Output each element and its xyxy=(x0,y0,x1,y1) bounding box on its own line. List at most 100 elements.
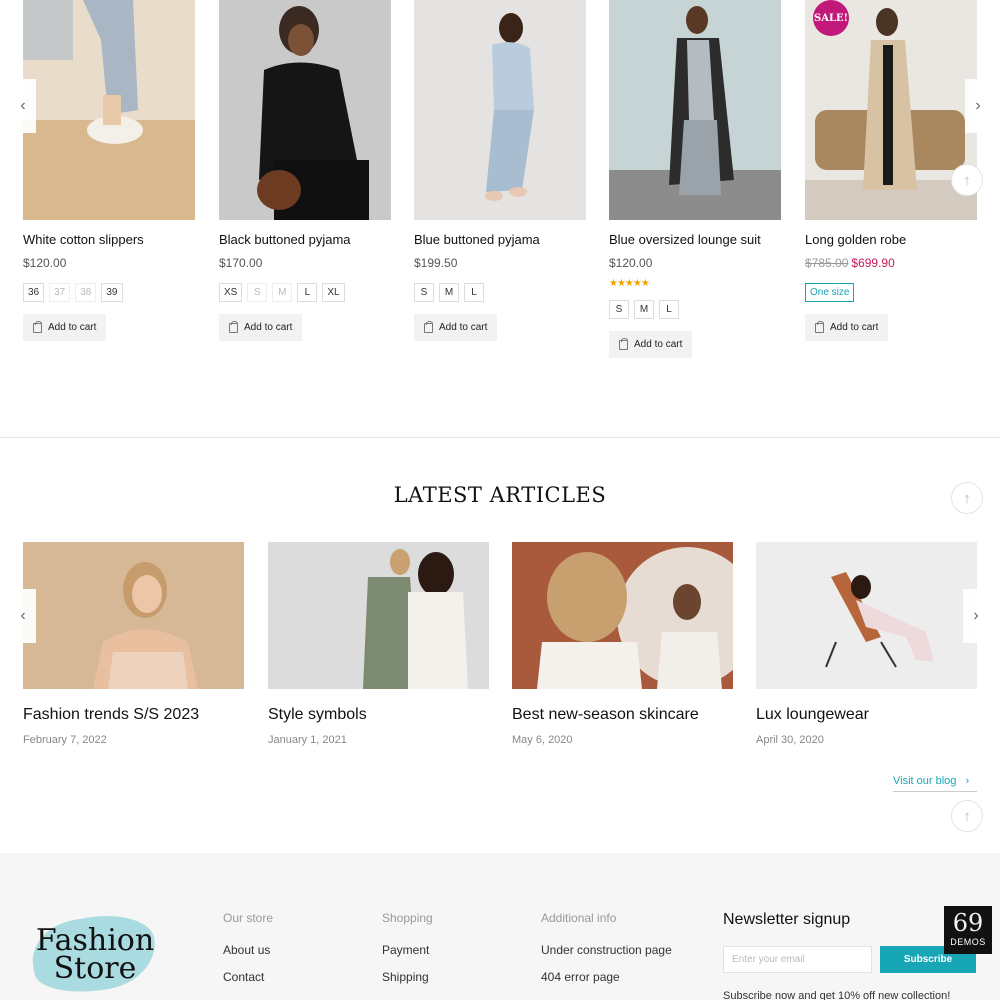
add-to-cart-button[interactable]: Add to cart xyxy=(414,314,498,341)
size-options: 36 37 38 39 xyxy=(23,283,123,302)
add-to-cart-button[interactable]: Add to cart xyxy=(609,331,693,358)
product-price: $199.50 xyxy=(414,256,458,270)
footer-link-contact[interactable]: Contact xyxy=(223,970,273,997)
footer-column-heading: Shopping xyxy=(382,911,433,925)
demos-badge[interactable]: 69 DEMOS xyxy=(944,906,992,954)
articles-prev-button[interactable]: ‹ xyxy=(10,589,36,643)
footer-column-shopping: Shopping Payment Shipping xyxy=(382,911,433,997)
add-to-cart-label: Add to cart xyxy=(439,322,488,333)
logo-text-line2: Store xyxy=(53,951,137,986)
scroll-to-top-button[interactable]: ↑ xyxy=(951,800,983,832)
add-to-cart-button[interactable]: Add to cart xyxy=(219,314,303,341)
footer-link-payment[interactable]: Payment xyxy=(382,943,433,970)
product-title[interactable]: Black buttoned pyjama xyxy=(219,232,351,247)
article-date: May 6, 2020 xyxy=(512,734,573,746)
footer-column-heading: Additional info xyxy=(541,911,617,925)
bag-icon xyxy=(33,320,42,333)
sale-badge: SALE! xyxy=(813,0,849,36)
article-date: January 1, 2021 xyxy=(268,734,347,746)
article-card[interactable]: Fashion trends S/S 2023 February 7, 2022 xyxy=(23,542,244,746)
article-title[interactable]: Best new-season skincare xyxy=(512,706,699,724)
scroll-to-top-button[interactable]: ↑ xyxy=(951,482,983,514)
product-title[interactable]: Blue buttoned pyjama xyxy=(414,232,540,247)
carousel-next-button[interactable]: › xyxy=(965,79,991,133)
add-to-cart-label: Add to cart xyxy=(244,322,293,333)
visit-blog-link[interactable]: Visit our blog › xyxy=(893,775,977,792)
product-image[interactable] xyxy=(414,0,586,220)
size-option[interactable]: L xyxy=(659,300,679,319)
article-title[interactable]: Style symbols xyxy=(268,706,367,724)
article-image[interactable] xyxy=(268,542,489,689)
footer-link-about[interactable]: About us xyxy=(223,943,273,970)
article-card[interactable]: Best new-season skincare May 6, 2020 xyxy=(512,542,733,746)
add-to-cart-label: Add to cart xyxy=(48,322,97,333)
footer-link-404[interactable]: 404 error page xyxy=(541,970,672,997)
product-price: $120.00 xyxy=(23,256,67,270)
bag-icon xyxy=(619,337,628,350)
newsletter-email-input[interactable] xyxy=(723,946,872,973)
article-image[interactable] xyxy=(512,542,733,689)
sale-price: $699.90 xyxy=(851,256,895,270)
size-options: One size xyxy=(805,283,855,302)
product-card[interactable]: Blue oversized lounge suit $120.00 ★★★★★… xyxy=(609,0,781,358)
size-option[interactable]: 36 xyxy=(23,283,45,302)
size-option[interactable]: S xyxy=(609,300,629,319)
product-card[interactable]: Black buttoned pyjama $170.00 XS S M L X… xyxy=(219,0,391,341)
add-to-cart-label: Add to cart xyxy=(830,322,879,333)
size-option[interactable]: L xyxy=(297,283,318,302)
product-image[interactable] xyxy=(219,0,391,220)
size-option[interactable]: M xyxy=(634,300,654,319)
visit-blog-label: Visit our blog xyxy=(893,775,957,787)
arrow-up-icon: ↑ xyxy=(963,807,971,825)
product-title[interactable]: White cotton slippers xyxy=(23,232,144,247)
size-options: S M L xyxy=(414,283,484,302)
size-option-unavailable: S xyxy=(247,283,268,302)
footer-column-additional-info: Additional info Under construction page … xyxy=(541,911,672,997)
product-card[interactable]: Blue buttoned pyjama $199.50 S M L Add t… xyxy=(414,0,586,341)
rating-stars: ★★★★★ xyxy=(609,278,650,289)
product-image[interactable] xyxy=(23,0,195,220)
size-option[interactable]: S xyxy=(414,283,434,302)
add-to-cart-button[interactable]: Add to cart xyxy=(23,314,107,341)
size-option-unavailable: 37 xyxy=(49,283,71,302)
product-image[interactable]: SALE! xyxy=(805,0,977,220)
newsletter-title: Newsletter signup xyxy=(723,911,851,928)
chevron-right-icon: › xyxy=(975,97,981,114)
carousel-prev-button[interactable]: ‹ xyxy=(10,79,36,133)
product-price: $120.00 xyxy=(609,256,653,270)
article-image[interactable] xyxy=(23,542,244,689)
arrow-up-icon: ↑ xyxy=(963,489,971,507)
product-title[interactable]: Blue oversized lounge suit xyxy=(609,232,761,247)
articles-next-button[interactable]: › xyxy=(963,589,989,643)
chevron-right-icon: › xyxy=(973,607,979,624)
article-card[interactable]: Style symbols January 1, 2021 xyxy=(268,542,489,746)
chevron-left-icon: ‹ xyxy=(20,97,26,114)
size-option[interactable]: XS xyxy=(219,283,243,302)
add-to-cart-button[interactable]: Add to cart xyxy=(805,314,889,341)
footer-link-shipping[interactable]: Shipping xyxy=(382,970,433,997)
product-card[interactable]: White cotton slippers $120.00 36 37 38 3… xyxy=(23,0,195,341)
demos-count: 69 xyxy=(952,909,984,937)
section-title: LATEST ARTICLES xyxy=(393,483,607,507)
bag-icon xyxy=(229,320,238,333)
footer-column-our-store: Our store About us Contact xyxy=(223,911,273,997)
size-option-unavailable: 38 xyxy=(75,283,97,302)
size-option[interactable]: M xyxy=(439,283,459,302)
footer-link-under-construction[interactable]: Under construction page xyxy=(541,943,672,970)
article-card[interactable]: Lux loungewear April 30, 2020 xyxy=(756,542,977,746)
chevron-left-icon: ‹ xyxy=(20,607,26,624)
product-card[interactable]: SALE! Long golden robe $785.00 $699.90 On… xyxy=(805,0,977,341)
size-option[interactable]: XL xyxy=(322,283,345,302)
article-image[interactable] xyxy=(756,542,977,689)
scroll-to-top-button[interactable]: ↑ xyxy=(951,164,983,196)
article-title[interactable]: Lux loungewear xyxy=(756,706,869,724)
footer-column-heading: Our store xyxy=(223,911,274,925)
product-title[interactable]: Long golden robe xyxy=(805,232,906,247)
article-title[interactable]: Fashion trends S/S 2023 xyxy=(23,706,199,724)
size-options: S M L xyxy=(609,300,679,319)
store-logo[interactable]: Fashion Store xyxy=(26,906,162,1000)
product-image[interactable] xyxy=(609,0,781,220)
size-options: XS S M L XL xyxy=(219,283,345,302)
size-option[interactable]: 39 xyxy=(101,283,123,302)
size-option[interactable]: L xyxy=(464,283,484,302)
